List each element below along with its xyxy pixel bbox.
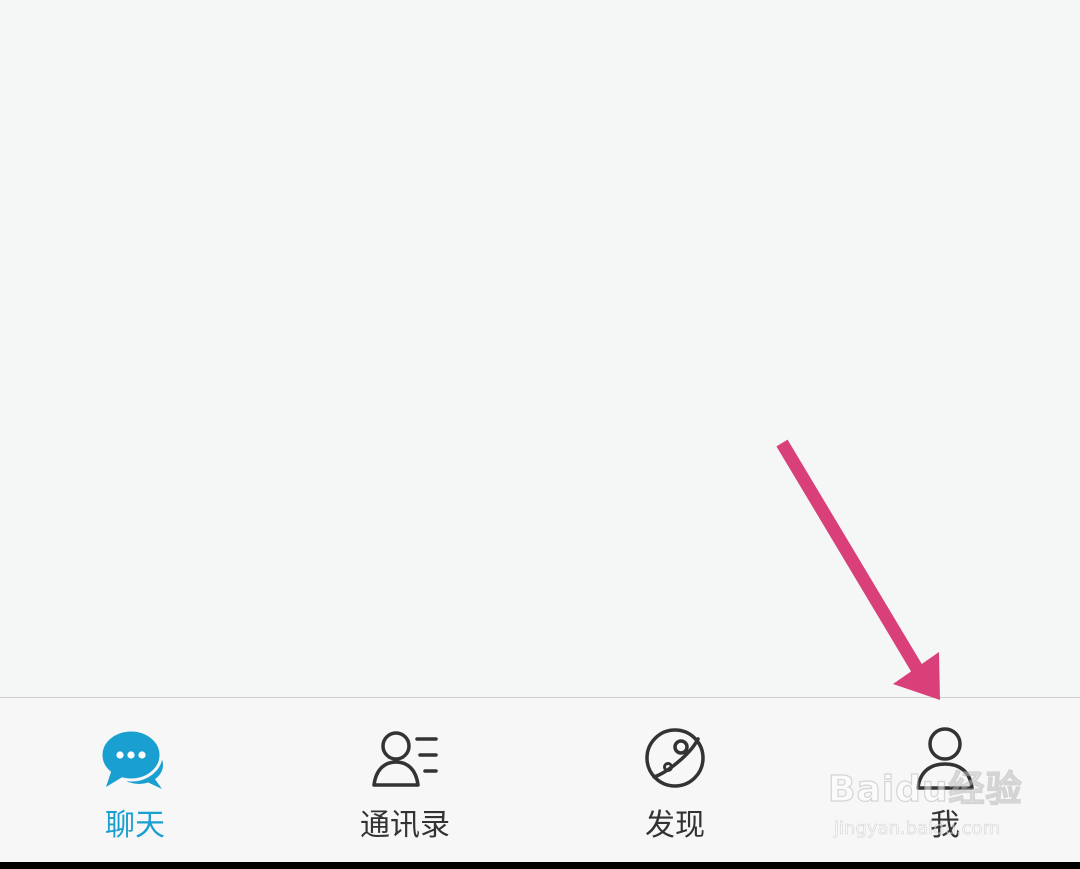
contacts-icon — [372, 731, 438, 787]
tab-me[interactable]: 我 — [810, 698, 1080, 862]
tab-discover[interactable]: 发现 — [540, 698, 810, 862]
planet-icon — [645, 728, 705, 788]
tab-label-chat: 聊天 — [105, 808, 165, 843]
chat-bubbles-icon — [100, 728, 163, 789]
app-screen: 聊天 通讯录 发现 我 Baidu经验 jingyan.baidu.com — [0, 0, 1080, 869]
bottom-tab-bar: 聊天 通讯录 发现 我 — [0, 697, 1080, 862]
tab-label-discover: 发现 — [645, 808, 705, 843]
person-icon — [916, 727, 974, 790]
bottom-edge — [0, 862, 1080, 869]
tab-chat[interactable]: 聊天 — [0, 698, 270, 862]
tab-contacts[interactable]: 通讯录 — [270, 698, 540, 862]
tab-label-me: 我 — [930, 808, 960, 843]
content-area — [0, 0, 1080, 697]
tab-label-contacts: 通讯录 — [360, 808, 450, 843]
